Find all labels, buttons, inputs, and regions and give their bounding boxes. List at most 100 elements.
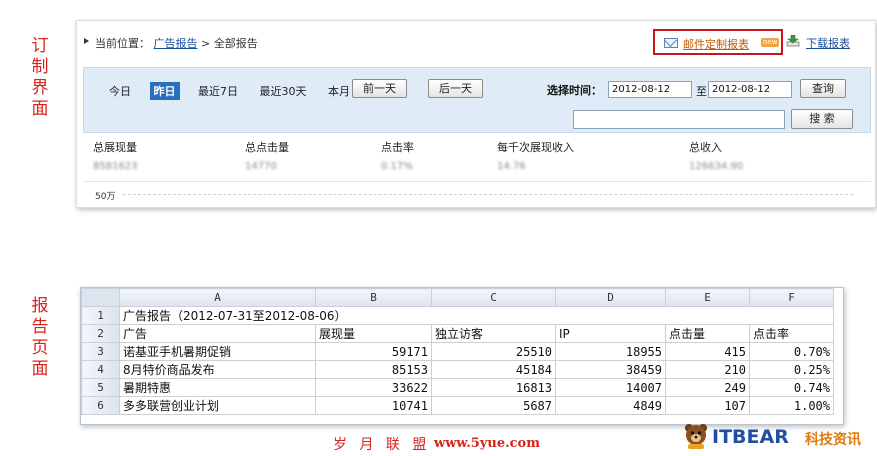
row-header[interactable]: 3: [81, 342, 120, 361]
trend-chart-strip: 50万: [83, 181, 871, 205]
header-cell[interactable]: 展现量: [315, 324, 432, 343]
mail-custom-report-link[interactable]: 邮件定制报表: [683, 36, 749, 52]
stat-label: 总展现量: [93, 141, 137, 154]
row-header[interactable]: 5: [81, 378, 120, 397]
report-ui-panel: 当前位置： 广告报告 > 全部报告 邮件定制报表 new 下载报表 今日 昨日 …: [76, 20, 876, 208]
query-button[interactable]: 查询: [800, 79, 846, 98]
breadcrumb-row: 当前位置： 广告报告 > 全部报告 邮件定制报表 new 下载报表: [77, 21, 875, 61]
cell[interactable]: 107: [665, 396, 750, 415]
column-header[interactable]: A: [119, 288, 316, 307]
column-header[interactable]: B: [315, 288, 432, 307]
cell[interactable]: 4849: [555, 396, 666, 415]
cell[interactable]: 85153: [315, 360, 432, 379]
filter-bar: 今日 昨日 最近7日 最近30天 本月 前一天 后一天 选择时间： 2012-0…: [83, 67, 871, 133]
logo-tagline: 科技资讯: [805, 432, 861, 448]
cell[interactable]: 415: [665, 342, 750, 361]
search-input[interactable]: [573, 110, 785, 129]
header-cell[interactable]: 点击率: [749, 324, 834, 343]
watermark-text: 岁 月 联 盟: [333, 437, 431, 453]
column-header[interactable]: C: [431, 288, 556, 307]
cell[interactable]: 10741: [315, 396, 432, 415]
cell[interactable]: 38459: [555, 360, 666, 379]
chart-axis-label: 50万: [95, 192, 116, 202]
row-header[interactable]: 4: [81, 360, 120, 379]
stats-summary: 总展现量 8581623 总点击量 14770 点击率 0.17% 每千次展现收…: [77, 133, 875, 179]
date-tab-this-month[interactable]: 本月: [325, 82, 353, 100]
breadcrumb-prefix: 当前位置：: [95, 37, 150, 50]
breadcrumb-link-ad-report[interactable]: 广告报告: [154, 37, 198, 50]
cell[interactable]: 0.70%: [749, 342, 834, 361]
date-from-input[interactable]: 2012-08-12: [608, 81, 692, 98]
date-tab-last-30-days[interactable]: 最近30天: [257, 82, 310, 100]
mail-report-highlight: 邮件定制报表 new: [653, 29, 783, 55]
date-to-label: 至: [696, 85, 707, 98]
table-row: 1 广告报告（2012-07-31至2012-08-06）: [81, 306, 834, 325]
download-icon[interactable]: [786, 35, 800, 47]
table-row: 6 多多联营创业计划 10741 5687 4849 107 1.00%: [81, 396, 834, 415]
cell[interactable]: 暑期特惠: [119, 378, 316, 397]
header-cell[interactable]: 独立访客: [431, 324, 556, 343]
spreadsheet-panel: A B C D E F 1 广告报告（2012-07-31至2012-08-06…: [80, 287, 844, 425]
header-cell[interactable]: 点击量: [665, 324, 750, 343]
next-day-button[interactable]: 后一天: [428, 79, 483, 98]
date-tab-last-7-days[interactable]: 最近7日: [195, 82, 241, 100]
row-header[interactable]: 6: [81, 396, 120, 415]
prev-day-button[interactable]: 前一天: [352, 79, 407, 98]
cell[interactable]: 25510: [431, 342, 556, 361]
stat-label: 总收入: [689, 141, 722, 154]
table-row: 5 暑期特惠 33622 16813 14007 249 0.74%: [81, 378, 834, 397]
stat-ctr: 点击率 0.17%: [381, 139, 414, 172]
cell[interactable]: 16813: [431, 378, 556, 397]
bear-mascot-icon: [685, 424, 707, 449]
envelope-icon: [664, 38, 678, 48]
cell[interactable]: 45184: [431, 360, 556, 379]
search-button[interactable]: 搜 索: [791, 109, 853, 129]
itbear-logo: ITBEAR 科技资讯: [680, 420, 876, 454]
date-to-input[interactable]: 2012-08-12: [708, 81, 792, 98]
cell[interactable]: 210: [665, 360, 750, 379]
cell[interactable]: 33622: [315, 378, 432, 397]
new-badge: new: [761, 38, 780, 47]
stat-rpm: 每千次展现收入 14.76: [497, 139, 574, 172]
cell[interactable]: 0.25%: [749, 360, 834, 379]
table-row: 3 诺基亚手机暑期促销 59171 25510 18955 415 0.70%: [81, 342, 834, 361]
watermark-url: www.5yue.com: [434, 436, 540, 451]
cell[interactable]: 1.00%: [749, 396, 834, 415]
column-header[interactable]: F: [749, 288, 834, 307]
stat-value: 126634.90: [689, 161, 744, 172]
stat-total-revenue: 总收入 126634.90: [689, 139, 743, 172]
column-header[interactable]: E: [665, 288, 750, 307]
cell[interactable]: 18955: [555, 342, 666, 361]
row-header[interactable]: 2: [81, 324, 120, 343]
date-tab-yesterday[interactable]: 昨日: [149, 82, 180, 100]
stat-value: 0.17%: [381, 161, 413, 172]
side-label-report-page: 报告页面: [31, 296, 49, 379]
sheet-title-cell[interactable]: 广告报告（2012-07-31至2012-08-06）: [119, 306, 834, 325]
breadcrumb: 当前位置： 广告报告 > 全部报告: [95, 35, 258, 51]
header-cell[interactable]: IP: [555, 324, 666, 343]
cell[interactable]: 249: [665, 378, 750, 397]
report-spreadsheet: A B C D E F 1 广告报告（2012-07-31至2012-08-06…: [81, 288, 834, 415]
date-tabs: 今日 昨日 最近7日 最近30天 本月: [106, 82, 365, 100]
date-tab-today[interactable]: 今日: [106, 82, 134, 100]
header-cell[interactable]: 广告: [119, 324, 316, 343]
column-header[interactable]: D: [555, 288, 666, 307]
cell[interactable]: 0.74%: [749, 378, 834, 397]
table-row: 4 8月特价商品发布 85153 45184 38459 210 0.25%: [81, 360, 834, 379]
side-label-custom-ui: 订制界面: [31, 36, 49, 119]
cell[interactable]: 诺基亚手机暑期促销: [119, 342, 316, 361]
row-header[interactable]: 1: [81, 306, 120, 325]
stat-label: 点击率: [381, 141, 414, 154]
cell[interactable]: 8月特价商品发布: [119, 360, 316, 379]
caret-right-icon: [84, 38, 89, 44]
breadcrumb-current: > 全部报告: [201, 37, 258, 50]
cell[interactable]: 59171: [315, 342, 432, 361]
time-filter-label: 选择时间：: [547, 84, 602, 97]
cell[interactable]: 14007: [555, 378, 666, 397]
table-row: 2 广告 展现量 独立访客 IP 点击量 点击率: [81, 324, 834, 343]
cell[interactable]: 多多联营创业计划: [119, 396, 316, 415]
stat-value: 14.76: [497, 161, 526, 172]
cell[interactable]: 5687: [431, 396, 556, 415]
download-report-link[interactable]: 下载报表: [806, 35, 850, 51]
sheet-corner[interactable]: [81, 288, 120, 307]
